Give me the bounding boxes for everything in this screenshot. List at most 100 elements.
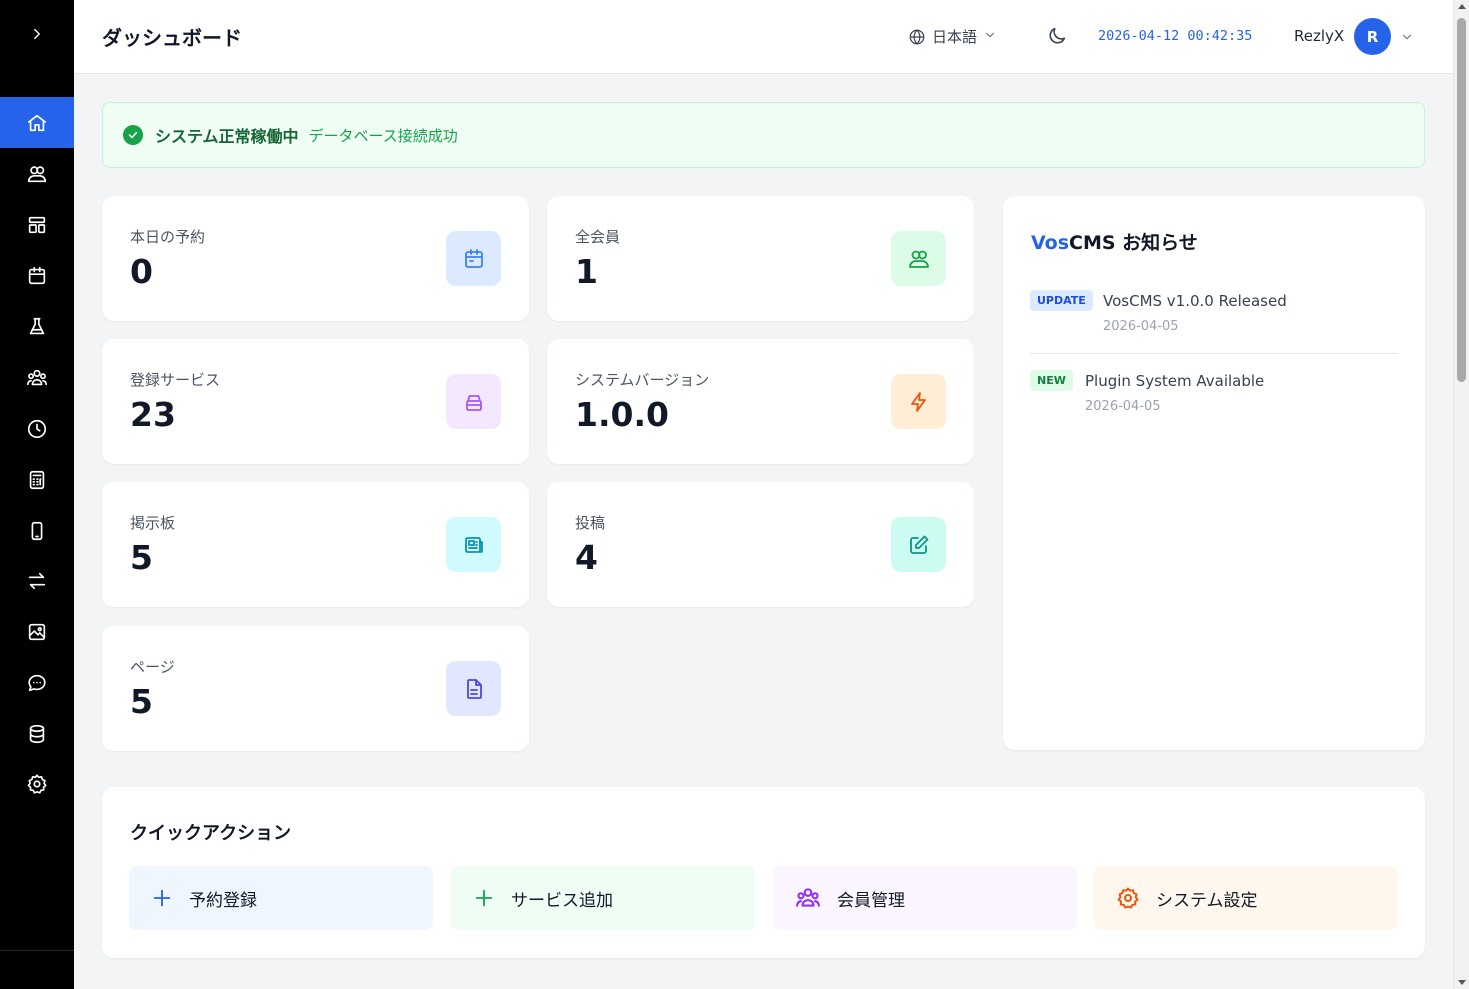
home-icon [27, 114, 47, 131]
news-divider [1030, 353, 1398, 354]
stat-value: 5 [130, 538, 153, 577]
transfer-icon [28, 572, 46, 589]
sidebar-item-calculator[interactable] [0, 454, 74, 505]
chevron-down-icon [985, 32, 995, 37]
sidebar-item-members[interactable] [0, 148, 74, 199]
stat-card-services[interactable]: 登録サービス 23 [102, 339, 529, 464]
stat-value: 0 [130, 252, 153, 291]
scroll-down-arrow[interactable] [1458, 980, 1466, 985]
group-icon [27, 369, 47, 385]
calendar-icon [446, 231, 501, 286]
stat-label: ページ [130, 658, 175, 676]
sidebar-item-reservations[interactable] [0, 250, 74, 301]
stat-label: システムバージョン [575, 371, 710, 389]
sidebar-divider [0, 950, 74, 951]
stat-card-pages[interactable]: ページ 5 [102, 626, 529, 751]
quick-actions-panel: クイックアクション 予約登録 サービス追加 会員管理 システム設定 [102, 787, 1425, 958]
status-sub-text: データベース接続成功 [308, 126, 458, 145]
stat-value: 23 [130, 395, 176, 434]
stat-value: 1 [575, 252, 598, 291]
gear-icon [27, 773, 47, 794]
stat-card-posts[interactable]: 投稿 4 [547, 482, 974, 607]
sidebar-item-media[interactable] [0, 606, 74, 657]
news-date: 2026-04-05 [1085, 399, 1161, 414]
button-label: 予約登録 [189, 890, 257, 911]
box-icon [446, 374, 501, 429]
clock-icon [27, 419, 47, 438]
edit-icon [891, 517, 946, 572]
stat-value: 5 [130, 682, 153, 721]
news-title: VosCMS お知らせ [1031, 228, 1198, 255]
moon-icon [1049, 27, 1066, 44]
sidebar-item-home[interactable] [0, 97, 74, 148]
globe-icon [909, 28, 925, 45]
scrollbar-thumb[interactable] [1457, 18, 1466, 382]
button-label: 会員管理 [837, 890, 905, 911]
datetime-display: 2026-04-12 00:42:35 [1098, 28, 1253, 44]
layout-icon [28, 216, 46, 233]
stat-label: 全会員 [575, 228, 621, 246]
news-text[interactable]: VosCMS v1.0.0 Released [1103, 292, 1287, 310]
avatar[interactable]: R [1354, 18, 1391, 55]
bolt-icon [891, 374, 946, 429]
user-name[interactable]: RezlyX [1294, 27, 1344, 45]
add-service-button[interactable]: サービス追加 [451, 866, 755, 930]
stat-card-version[interactable]: システムバージョン 1.0.0 [547, 339, 974, 464]
stat-card-boards[interactable]: 掲示板 5 [102, 482, 529, 607]
system-settings-button[interactable]: システム設定 [1094, 866, 1398, 930]
manage-members-button[interactable]: 会員管理 [773, 866, 1077, 930]
chat-icon [28, 674, 46, 691]
news-badge: NEW [1030, 370, 1073, 391]
sidebar-item-settings[interactable] [0, 758, 74, 809]
image-icon [28, 623, 46, 640]
user-menu-toggle[interactable] [1400, 29, 1414, 48]
sidebar-item-mobile[interactable] [0, 505, 74, 556]
sidebar-item-transfer[interactable] [0, 555, 74, 606]
system-status-banner: システム正常稼働中 データベース接続成功 [102, 102, 1425, 168]
database-icon [29, 724, 45, 743]
add-reservation-button[interactable]: 予約登録 [129, 866, 433, 930]
sidebar-item-lab[interactable] [0, 301, 74, 352]
stat-label: 本日の予約 [130, 228, 206, 246]
stat-label: 投稿 [575, 514, 606, 532]
page-title: ダッシュボード [102, 26, 242, 50]
sidebar-item-layout[interactable] [0, 199, 74, 250]
language-selector[interactable]: 日本語 [908, 26, 997, 47]
gear-icon [1117, 887, 1139, 909]
page-scrollbar[interactable] [1453, 0, 1469, 989]
mobile-icon [31, 521, 43, 540]
plus-icon [153, 889, 171, 907]
stat-card-members[interactable]: 全会員 1 [547, 196, 974, 321]
sidebar-item-messages[interactable] [0, 657, 74, 708]
document-icon [446, 661, 501, 716]
chevron-right-icon [34, 28, 40, 40]
chevron-down-icon [1402, 34, 1412, 40]
button-label: システム設定 [1156, 890, 1258, 911]
sidebar-item-groups[interactable] [0, 352, 74, 403]
scroll-up-arrow[interactable] [1458, 4, 1466, 9]
status-main-text: システム正常稼働中 [155, 127, 299, 146]
news-title-text: CMS お知らせ [1069, 232, 1198, 254]
flask-icon [29, 317, 45, 334]
stat-card-reservations[interactable]: 本日の予約 0 [102, 196, 529, 321]
theme-toggle-button[interactable] [1046, 25, 1068, 51]
news-date: 2026-04-05 [1103, 319, 1179, 334]
news-panel: VosCMS お知らせ UPDATE VosCMS v1.0.0 Release… [1003, 196, 1425, 750]
stat-label: 掲示板 [130, 514, 176, 532]
quick-actions-title: クイックアクション [130, 823, 292, 844]
newspaper-icon [446, 517, 501, 572]
news-text[interactable]: Plugin System Available [1085, 372, 1264, 390]
plus-icon [475, 889, 493, 907]
sidebar-item-database[interactable] [0, 708, 74, 759]
users-icon [27, 165, 47, 182]
users-icon [891, 231, 946, 286]
check-circle-icon [123, 125, 143, 145]
members-icon [796, 888, 820, 907]
calendar-icon [28, 266, 46, 284]
stat-value: 4 [575, 538, 598, 577]
language-label: 日本語 [932, 28, 978, 46]
stat-value: 1.0.0 [575, 395, 669, 434]
sidebar-expand-button[interactable] [0, 10, 74, 58]
stat-label: 登録サービス [130, 371, 221, 389]
sidebar-item-history[interactable] [0, 403, 74, 454]
